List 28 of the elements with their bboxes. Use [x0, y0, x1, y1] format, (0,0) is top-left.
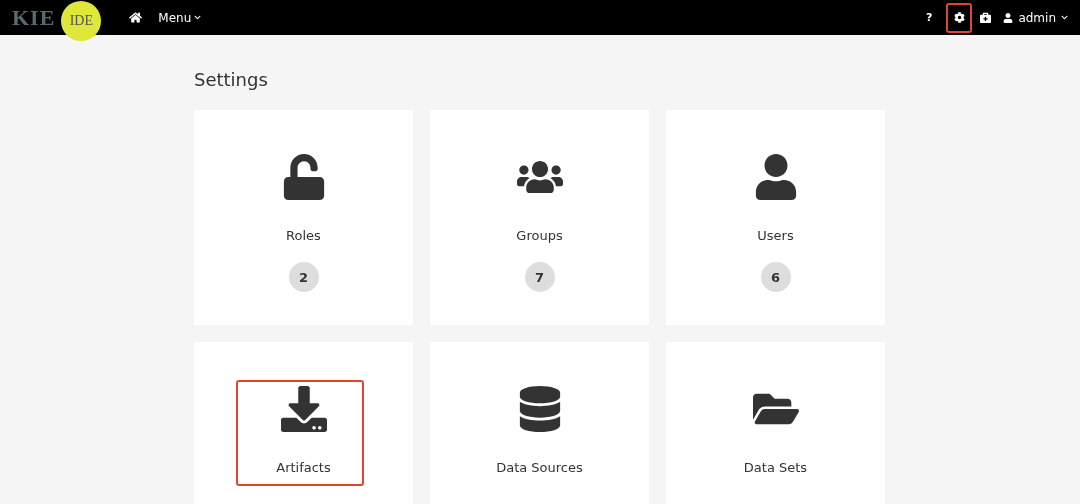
tile-label: Data Sources [496, 460, 583, 476]
home-icon[interactable] [129, 11, 143, 24]
count-badge: 2 [288, 262, 319, 292]
person-icon [1003, 12, 1014, 23]
menu-link[interactable]: Menu [158, 10, 202, 25]
count-badge: 6 [760, 262, 791, 292]
settings-tile[interactable]: Data Sources [430, 342, 649, 504]
chevron-down-icon [194, 14, 202, 21]
settings-button[interactable] [946, 2, 973, 33]
settings-tile[interactable]: Users 6 [666, 110, 885, 325]
briefcase-icon[interactable] [980, 12, 992, 23]
settings-tile[interactable]: Roles 2 [194, 110, 413, 325]
chevron-down-icon [1061, 14, 1068, 21]
settings-tile[interactable]: Artifacts [194, 342, 413, 504]
page-title: Settings [194, 69, 269, 90]
user-menu[interactable]: admin [1003, 10, 1068, 25]
tile-label: Artifacts [276, 460, 331, 476]
help-link[interactable]: ? [926, 11, 933, 24]
logo-text: KIE [12, 4, 56, 31]
settings-tile[interactable]: Data Sets [666, 342, 885, 504]
count-badge: 7 [524, 262, 555, 292]
settings-tile[interactable]: Groups 7 [430, 110, 649, 325]
logo-badge: IDE [61, 0, 102, 41]
tile-label: Groups [516, 228, 563, 244]
gear-icon [953, 12, 965, 23]
tile-label: Users [757, 228, 794, 244]
tile-label: Roles [286, 228, 321, 244]
tile-label: Data Sets [743, 460, 808, 476]
